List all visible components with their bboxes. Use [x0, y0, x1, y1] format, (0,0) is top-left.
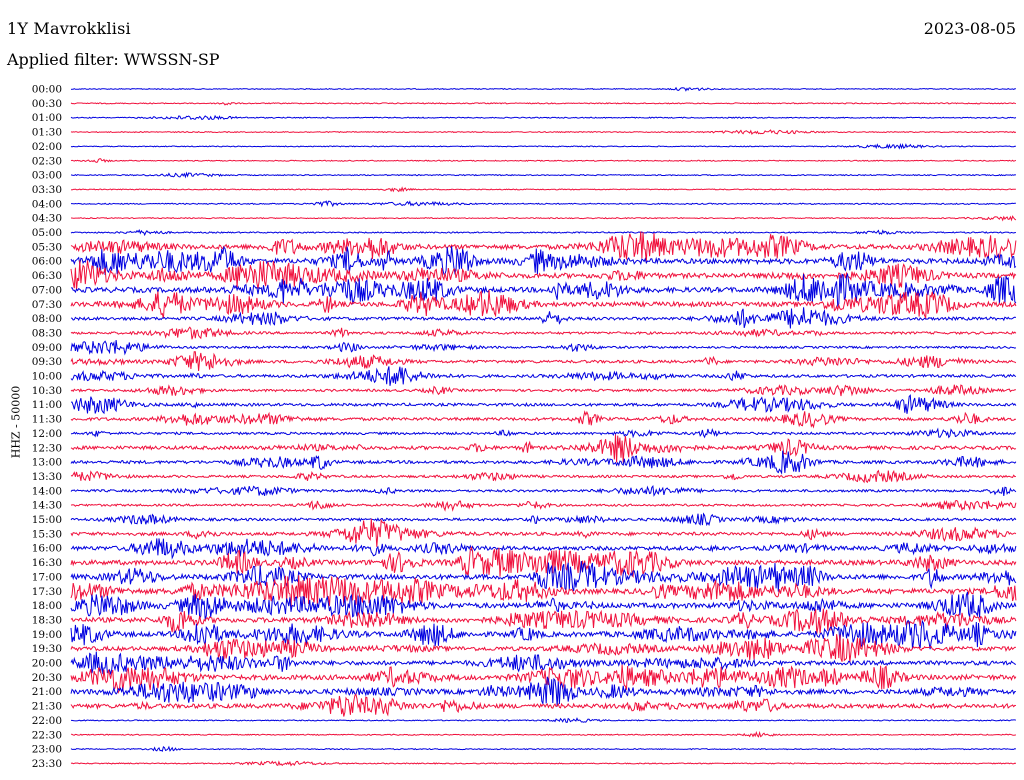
trace-row — [70, 450, 1017, 475]
trace-row — [70, 410, 1016, 429]
row-time-label: 16:00 — [32, 543, 62, 555]
trace-row — [70, 469, 1016, 484]
trace-row — [70, 545, 1017, 579]
trace-row — [70, 518, 1017, 547]
row-time-label: 03:00 — [32, 170, 62, 182]
trace-row — [70, 760, 1016, 767]
row-time-label: 06:00 — [32, 256, 62, 268]
trace-row — [70, 142, 1016, 150]
row-time-label: 21:00 — [32, 686, 62, 698]
row-time-label: 10:00 — [32, 371, 62, 383]
row-time-label: 17:30 — [32, 586, 62, 598]
trace-row — [71, 200, 1016, 208]
row-time-label: 18:00 — [32, 600, 62, 612]
trace-row — [70, 745, 1017, 753]
trace-row — [70, 351, 1017, 372]
seismogram-traces — [70, 86, 1017, 767]
trace-row — [70, 171, 1016, 179]
row-time-label: 15:00 — [32, 514, 62, 526]
trace-row — [70, 538, 1017, 560]
trace-row — [70, 634, 1016, 663]
row-time-label: 11:00 — [32, 399, 62, 411]
trace-row — [70, 366, 1017, 386]
row-time-label: 22:30 — [32, 729, 62, 741]
row-time-label: 05:00 — [32, 227, 62, 239]
row-time-label: 01:30 — [32, 127, 62, 139]
trace-row — [70, 434, 1017, 463]
row-time-label: 02:30 — [32, 155, 62, 167]
trace-row — [70, 384, 1016, 397]
row-time-label: 08:30 — [32, 327, 62, 339]
trace-row — [70, 186, 1016, 193]
row-time-label: 20:30 — [32, 672, 62, 684]
trace-row — [70, 102, 1017, 106]
trace-row — [70, 229, 1016, 237]
row-time-label: 04:30 — [32, 213, 62, 225]
row-time-label: 07:30 — [32, 299, 62, 311]
trace-row — [70, 499, 1017, 512]
trace-row — [70, 289, 1017, 320]
row-time-label: 06:30 — [32, 270, 62, 282]
row-time-label: 03:30 — [32, 184, 62, 196]
trace-row — [70, 326, 1017, 340]
trace-row — [70, 676, 1016, 707]
row-time-label: 00:00 — [32, 84, 62, 96]
trace-row — [70, 245, 1017, 276]
trace-row — [70, 340, 1017, 356]
row-time-label: 12:30 — [32, 442, 62, 454]
row-time-label: 09:30 — [32, 356, 62, 368]
trace-row — [70, 129, 1017, 135]
trace-row — [70, 158, 1017, 163]
row-time-label: 23:30 — [32, 758, 62, 770]
trace-row — [70, 512, 1017, 527]
row-time-label: 13:30 — [32, 471, 62, 483]
helicorder-plot: 00:00 00:30 01:00 01:30 02:00 02:30 03:00 03:30… — [32, 84, 1017, 770]
trace-row — [70, 114, 1017, 121]
row-time-label: 11:30 — [32, 414, 62, 426]
trace-row — [70, 427, 1016, 439]
trace-row — [70, 561, 1017, 593]
row-time-label: 04:00 — [32, 198, 62, 210]
row-time-label: 18:30 — [32, 614, 62, 626]
row-time-label: 08:00 — [32, 313, 62, 325]
row-time-label: 16:30 — [32, 557, 62, 569]
row-time-label: 12:00 — [32, 428, 62, 440]
trace-row — [71, 394, 1017, 415]
row-time-label: 14:30 — [32, 500, 62, 512]
trace-row — [71, 215, 1017, 222]
row-time-label: 10:30 — [32, 385, 62, 397]
row-time-label: 19:30 — [32, 643, 62, 655]
time-labels: 00:00 00:30 01:00 01:30 02:00 02:30 03:00 03:30… — [32, 84, 62, 770]
trace-row — [70, 86, 1016, 92]
row-time-label: 05:30 — [32, 241, 62, 253]
trace-row — [70, 730, 1016, 738]
row-time-label: 14:00 — [32, 485, 62, 497]
row-time-label: 07:00 — [32, 284, 62, 296]
row-time-label: 19:00 — [32, 629, 62, 641]
trace-row — [71, 717, 1017, 723]
row-time-label: 02:00 — [32, 141, 62, 153]
row-time-label: 21:30 — [32, 701, 62, 713]
trace-row — [70, 485, 1017, 497]
row-time-label: 20:00 — [32, 658, 62, 670]
row-time-label: 17:00 — [32, 571, 62, 583]
row-time-label: 01:00 — [32, 112, 62, 124]
row-time-label: 23:00 — [32, 744, 62, 756]
trace-row — [70, 307, 1017, 329]
row-time-label: 09:00 — [32, 342, 62, 354]
row-time-label: 15:30 — [32, 528, 62, 540]
row-time-label: 13:00 — [32, 457, 62, 469]
row-time-label: 22:00 — [32, 715, 62, 727]
row-time-label: 00:30 — [32, 98, 62, 110]
